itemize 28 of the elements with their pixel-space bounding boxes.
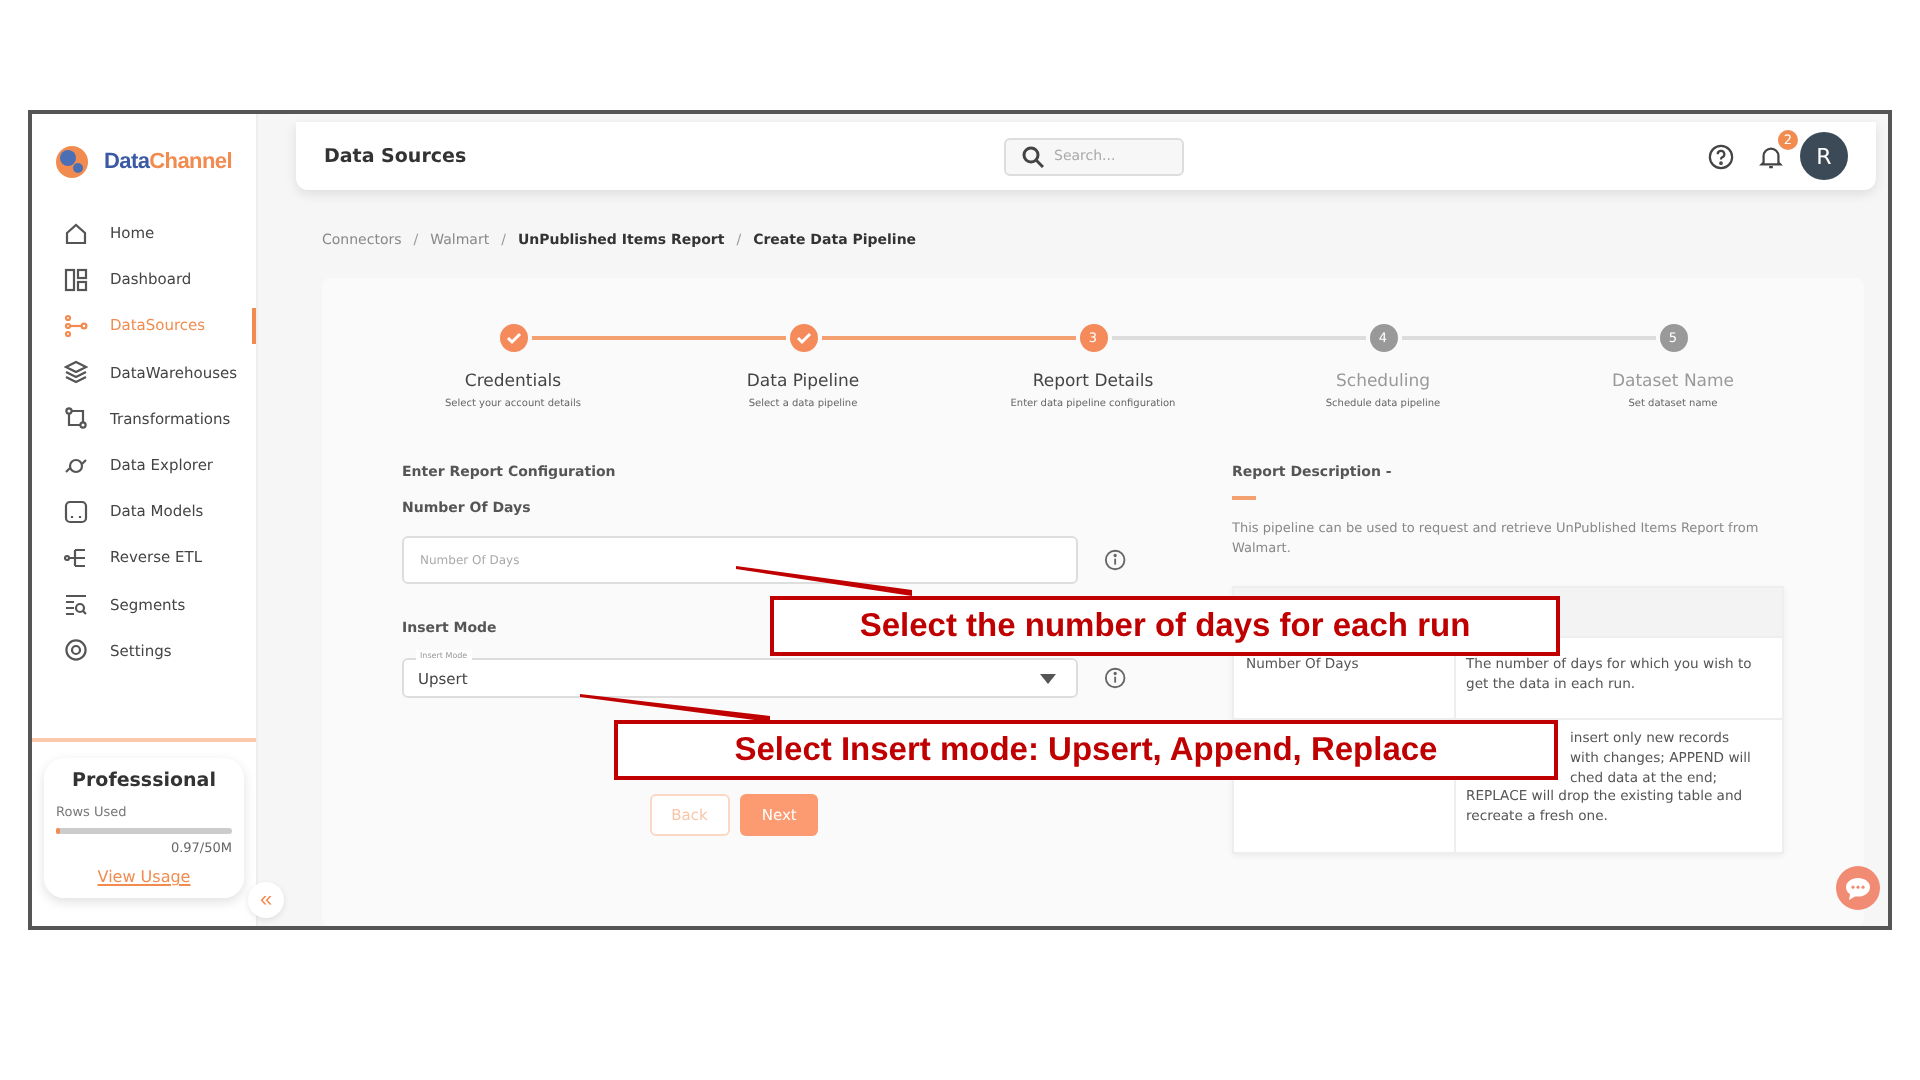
page-title: Data Sources xyxy=(324,145,469,167)
step-title: Dataset Name xyxy=(1611,372,1735,392)
caret-icon xyxy=(1039,673,1056,683)
home-icon xyxy=(64,221,88,246)
avatar[interactable]: R xyxy=(1800,132,1848,180)
step-title: Credentials xyxy=(464,372,562,392)
flow-icon xyxy=(64,313,88,338)
segments-icon xyxy=(64,592,88,617)
check-icon xyxy=(505,330,521,346)
step-title: Scheduling xyxy=(1336,372,1430,392)
check-icon xyxy=(795,330,811,346)
chat-bubble-icon xyxy=(1846,877,1870,899)
dashboard-icon xyxy=(64,267,88,292)
brand-name: DataChannel xyxy=(104,150,232,174)
layers-icon xyxy=(64,360,88,385)
transform-icon xyxy=(64,406,88,431)
info-icon[interactable] xyxy=(1103,548,1126,572)
globe-logo-icon xyxy=(52,142,92,182)
step-title: Data Pipeline xyxy=(746,372,860,392)
step-title: Report Details xyxy=(1032,372,1154,392)
bell-icon[interactable] xyxy=(1758,143,1784,169)
search-icon xyxy=(1022,145,1044,167)
help-icon[interactable] xyxy=(1708,143,1734,169)
annotation-callout: Select Insert mode: Upsert, Append, Replace xyxy=(614,720,1558,780)
info-icon[interactable] xyxy=(1103,666,1126,690)
annotation-callout: Select the number of days for each run xyxy=(770,596,1560,656)
plan-name: Professsional xyxy=(70,770,218,792)
settings-icon xyxy=(64,638,88,663)
